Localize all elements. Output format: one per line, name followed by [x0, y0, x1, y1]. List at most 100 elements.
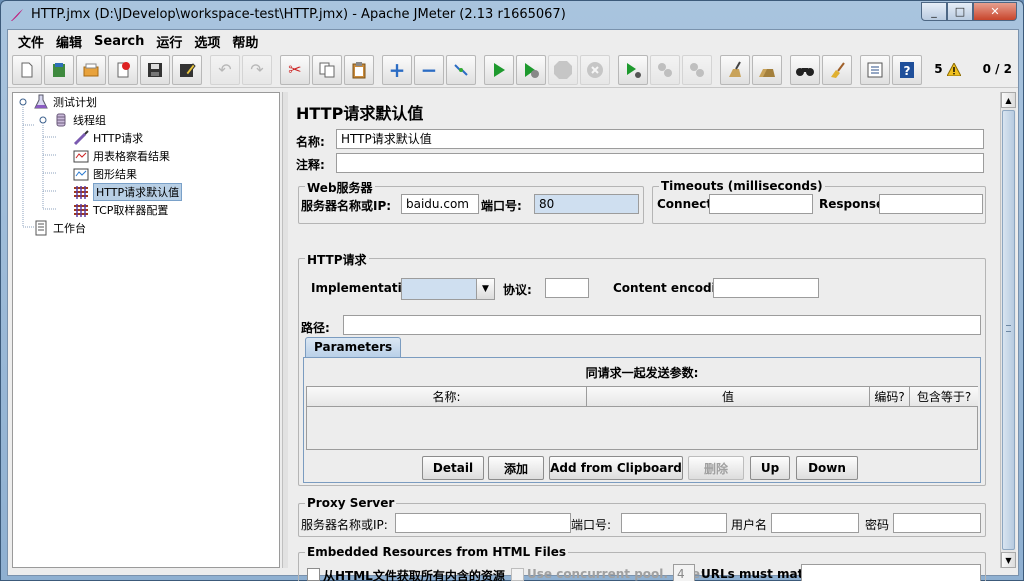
down-button[interactable]: Down [796, 456, 858, 480]
tree-node-graph-results[interactable]: 图形结果 [73, 165, 137, 183]
test-plan-tree[interactable]: 测试计划 线程组 HTTP请求 用表格察看结果 图形结果 HTTP请求默认值 T… [12, 92, 280, 568]
window-controls: _ □ ✕ [921, 2, 1017, 21]
menu-help[interactable]: 帮助 [226, 32, 264, 51]
detail-button[interactable]: Detail [422, 456, 484, 480]
menu-search[interactable]: Search [88, 34, 150, 49]
vertical-scrollbar[interactable]: ▲ ▼ [1000, 92, 1016, 568]
tree-node-view-results-table[interactable]: 用表格察看结果 [73, 147, 170, 165]
delete-button[interactable]: 删除 [688, 456, 744, 480]
clear-button[interactable] [720, 54, 750, 85]
save-icon [148, 62, 162, 77]
remote-shutdown-button[interactable] [682, 54, 712, 85]
up-button[interactable]: Up [750, 456, 790, 480]
tree-node-http-request[interactable]: HTTP请求 [73, 129, 143, 147]
new-button[interactable] [12, 54, 42, 85]
function-helper-icon [867, 62, 883, 77]
close-plan-button[interactable] [108, 54, 138, 85]
remote-start-icon [627, 62, 641, 78]
embedded-resources-group: Embedded Resources from HTML Files 从HTML… [298, 545, 986, 581]
save-button[interactable] [140, 54, 170, 85]
column-header-include-equals[interactable]: 包含等于? [910, 387, 978, 407]
clear-all-button[interactable] [752, 54, 782, 85]
remote-start-button[interactable] [618, 54, 648, 85]
redo-button[interactable]: ↷ [242, 54, 272, 85]
add-button[interactable]: 添加 [488, 456, 544, 480]
urls-must-match-field[interactable] [801, 564, 981, 581]
remote-shutdown-icon [690, 62, 704, 77]
svg-text:?: ? [904, 64, 911, 78]
function-helper-button[interactable] [860, 54, 890, 85]
menu-file[interactable]: 文件 [12, 32, 50, 51]
undo-button[interactable]: ↶ [210, 54, 240, 85]
maximize-button[interactable]: □ [947, 2, 973, 21]
content-encoding-field[interactable] [713, 278, 819, 298]
column-header-value[interactable]: 值 [587, 387, 870, 407]
scroll-up-icon[interactable]: ▲ [1001, 92, 1016, 108]
shutdown-button[interactable] [580, 54, 610, 85]
search-button[interactable] [790, 54, 820, 85]
toggle-button[interactable] [446, 54, 476, 85]
start-button[interactable] [484, 54, 514, 85]
add-from-clipboard-button[interactable]: Add from Clipboard [549, 456, 683, 480]
pool-size-field[interactable]: 4 [673, 564, 695, 581]
tree-node-workbench[interactable]: 工作台 [33, 219, 86, 237]
column-header-encode[interactable]: 编码? [870, 387, 910, 407]
tree-node-test-plan[interactable]: 测试计划 [33, 93, 97, 111]
proxy-server-field[interactable] [395, 513, 571, 533]
tree-node-http-defaults[interactable]: HTTP请求默认值 [73, 183, 183, 201]
minimize-button[interactable]: _ [921, 2, 947, 21]
proxy-server-group: Proxy Server 服务器名称或IP: 端口号: 用户名 密码 [298, 496, 986, 537]
title-bar[interactable]: HTTP.jmx (D:\JDevelop\workspace-test\HTT… [1, 1, 1023, 29]
tree-node-tcp-config[interactable]: TCP取样器配置 [73, 201, 168, 219]
help-icon: ? [900, 61, 914, 78]
name-field[interactable]: HTTP请求默认值 [336, 129, 984, 149]
menu-run[interactable]: 运行 [150, 32, 188, 51]
port-label: 端口号: [481, 199, 522, 213]
server-name-field[interactable]: baidu.com [401, 194, 479, 214]
save-as-button[interactable] [172, 54, 202, 85]
protocol-field[interactable] [545, 278, 589, 298]
port-field[interactable]: 80 [534, 194, 639, 214]
cut-button[interactable]: ✂ [280, 54, 310, 85]
tree-node-label: 用表格察看结果 [93, 150, 170, 163]
tree-node-thread-group[interactable]: 线程组 [53, 111, 106, 129]
implementation-select[interactable]: ▼ [401, 278, 495, 300]
remote-stop-button[interactable] [650, 54, 680, 85]
reset-search-button[interactable] [822, 54, 852, 85]
copy-button[interactable] [312, 54, 342, 85]
stop-button[interactable] [548, 54, 578, 85]
warning-icon[interactable] [946, 62, 961, 76]
menu-options[interactable]: 选项 [188, 32, 226, 51]
path-field[interactable] [343, 315, 981, 335]
close-button[interactable]: ✕ [973, 2, 1017, 21]
test-plan-icon [34, 94, 48, 109]
scroll-down-icon[interactable]: ▼ [1001, 552, 1016, 568]
start-no-pause-button[interactable] [516, 54, 546, 85]
retrieve-embedded-checkbox[interactable] [307, 568, 320, 581]
connect-timeout-field[interactable] [709, 194, 813, 214]
open-button[interactable] [76, 54, 106, 85]
expand-button[interactable]: + [382, 54, 412, 85]
scrollbar-thumb[interactable] [1002, 110, 1015, 550]
proxy-port-field[interactable] [621, 513, 727, 533]
server-name-label: 服务器名称或IP: [301, 199, 392, 213]
start-no-pause-icon [525, 62, 539, 78]
proxy-username-field[interactable] [771, 513, 859, 533]
clear-all-icon [759, 68, 775, 77]
response-timeout-field[interactable] [879, 194, 983, 214]
comment-label: 注释: [296, 158, 325, 172]
comment-field[interactable] [336, 153, 984, 173]
split-pane-divider[interactable] [282, 92, 288, 568]
parameters-table[interactable]: 名称: 值 编码? 包含等于? [306, 386, 978, 450]
proxy-password-field[interactable] [893, 513, 981, 533]
paste-button[interactable] [344, 54, 374, 85]
column-header-name[interactable]: 名称: [307, 387, 587, 407]
tab-parameters[interactable]: Parameters [305, 337, 402, 357]
menu-edit[interactable]: 编辑 [50, 32, 88, 51]
thread-group-icon [56, 113, 66, 127]
help-button[interactable]: ? [892, 54, 922, 85]
concurrent-pool-checkbox[interactable] [511, 568, 524, 581]
templates-button[interactable] [44, 54, 74, 85]
chevron-down-icon[interactable]: ▼ [476, 279, 494, 299]
collapse-button[interactable]: − [414, 54, 444, 85]
